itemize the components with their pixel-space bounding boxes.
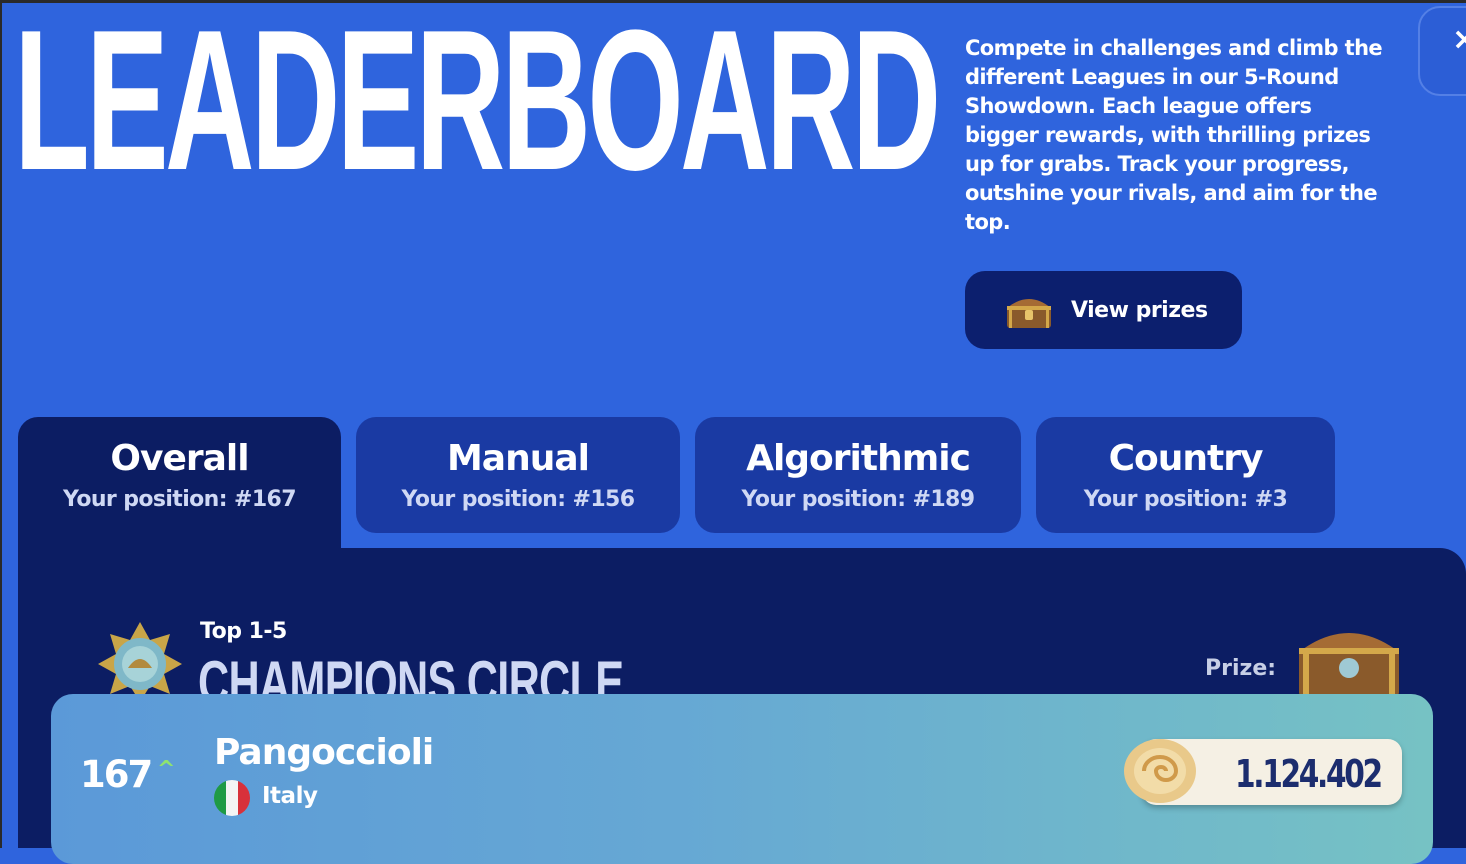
tab-country[interactable]: Country Your position: #3 (1036, 417, 1335, 533)
treasure-chest-icon (1299, 633, 1399, 698)
player-score: 1.124.402 (1235, 752, 1383, 796)
view-prizes-label: View prizes (1071, 297, 1208, 323)
close-icon: × (1452, 22, 1466, 57)
prize-label: Prize: (1205, 656, 1277, 681)
view-prizes-button[interactable]: View prizes (965, 271, 1242, 349)
chevron-up-icon: ^ (157, 757, 176, 782)
window-left-edge (0, 0, 2, 848)
intro-text: Compete in challenges and climb the diff… (965, 36, 1383, 234)
tab-label: Country (1108, 438, 1264, 479)
page-title: LEADERBOARD (14, 0, 941, 212)
tab-position: Your position: #189 (741, 487, 976, 512)
group-subtitle: Top 1-5 (200, 619, 287, 644)
tab-label: Algorithmic (746, 438, 971, 479)
tab-overall[interactable]: Overall Your position: #167 (18, 417, 341, 557)
player-rank: 167 (80, 753, 153, 796)
treasure-chest-icon (1007, 299, 1051, 328)
tab-position: Your position: #167 (63, 487, 297, 512)
tab-position: Your position: #156 (401, 487, 636, 512)
italy-flag-icon (214, 780, 250, 816)
tab-algorithmic[interactable]: Algorithmic Your position: #189 (695, 417, 1021, 533)
tab-label: Manual (446, 438, 590, 479)
player-country: Italy (262, 783, 318, 809)
tab-position: Your position: #3 (1083, 487, 1288, 512)
player-name: Pangoccioli (214, 732, 434, 773)
group-title: CHAMPIONS CIRCLE (198, 650, 624, 698)
tab-manual[interactable]: Manual Your position: #156 (356, 417, 680, 533)
seashell-icon (1124, 739, 1196, 803)
medal-icon (98, 622, 182, 702)
close-button[interactable]: × (1418, 6, 1466, 96)
tab-label: Overall (110, 438, 249, 479)
